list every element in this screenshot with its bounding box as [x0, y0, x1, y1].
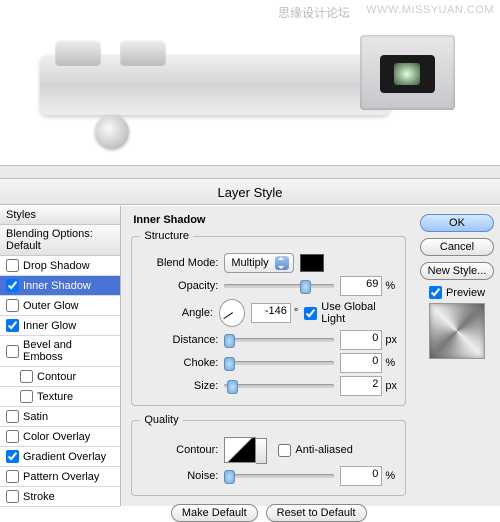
label-gradient-overlay: Gradient Overlay	[23, 451, 106, 463]
noise-unit: %	[385, 470, 395, 482]
noise-slider[interactable]	[224, 474, 334, 478]
structure-group: Structure Blend Mode: Multiply Opacity: …	[131, 230, 406, 406]
label-contour: Contour	[37, 371, 76, 383]
style-color-overlay[interactable]: Color Overlay	[0, 427, 120, 447]
blendmode-select[interactable]: Multiply	[224, 253, 293, 273]
angle-dial[interactable]	[219, 299, 245, 327]
chk-bevel[interactable]	[6, 345, 19, 358]
choke-label: Choke:	[140, 357, 218, 369]
noise-field[interactable]: 0	[340, 466, 382, 486]
distance-unit: px	[385, 334, 397, 346]
size-slider[interactable]	[224, 384, 334, 388]
preview-label: Preview	[446, 287, 485, 299]
style-pattern-overlay[interactable]: Pattern Overlay	[0, 467, 120, 487]
new-style-button[interactable]: New Style...	[420, 262, 494, 280]
label-color-overlay: Color Overlay	[23, 431, 90, 443]
antialiased-label: Anti-aliased	[295, 444, 352, 456]
reset-default-button[interactable]: Reset to Default	[266, 504, 367, 522]
opacity-field[interactable]: 69	[340, 276, 382, 296]
noise-label: Noise:	[140, 470, 218, 482]
dialog-title: Layer Style	[0, 179, 500, 205]
chevron-updown-icon	[275, 256, 289, 270]
structure-legend: Structure	[140, 230, 193, 242]
styles-list: Styles Blending Options: Default Drop Sh…	[0, 206, 121, 506]
label-satin: Satin	[23, 411, 48, 423]
blendmode-label: Blend Mode:	[140, 257, 218, 269]
angle-field[interactable]: -146	[251, 303, 291, 323]
styles-header: Styles	[0, 206, 120, 225]
make-default-button[interactable]: Make Default	[171, 504, 258, 522]
label-stroke: Stroke	[23, 491, 55, 503]
style-texture[interactable]: Texture	[0, 387, 120, 407]
style-bevel[interactable]: Bevel and Emboss	[0, 336, 120, 367]
distance-field[interactable]: 0	[340, 330, 382, 350]
choke-slider[interactable]	[224, 361, 334, 365]
label-bevel: Bevel and Emboss	[23, 339, 114, 363]
blendmode-value: Multiply	[231, 257, 268, 269]
angle-unit: °	[294, 307, 298, 319]
ok-button[interactable]: OK	[420, 214, 494, 232]
layer-style-panel: Styles Blending Options: Default Drop Sh…	[0, 205, 500, 506]
opacity-label: Opacity:	[140, 280, 218, 292]
chk-gradient-overlay[interactable]	[6, 450, 19, 463]
watermark-url: WWW.MISSYUAN.COM	[366, 4, 494, 16]
global-light-label: Use Global Light	[321, 301, 397, 325]
quality-group: Quality Contour: Anti-aliased Noise: 0 %	[131, 414, 406, 496]
label-inner-glow: Inner Glow	[23, 320, 76, 332]
label-drop-shadow: Drop Shadow	[23, 260, 90, 272]
style-inner-glow[interactable]: Inner Glow	[0, 316, 120, 336]
chk-inner-glow[interactable]	[6, 319, 19, 332]
choke-field[interactable]: 0	[340, 353, 382, 373]
style-contour[interactable]: Contour	[0, 367, 120, 387]
chk-outer-glow[interactable]	[6, 299, 19, 312]
chk-stroke[interactable]	[6, 490, 19, 503]
chk-drop-shadow[interactable]	[6, 259, 19, 272]
chk-color-overlay[interactable]	[6, 430, 19, 443]
label-inner-shadow: Inner Shadow	[23, 280, 91, 292]
cancel-button[interactable]: Cancel	[420, 238, 494, 256]
style-outer-glow[interactable]: Outer Glow	[0, 296, 120, 316]
style-inner-shadow[interactable]: Inner Shadow	[0, 276, 120, 296]
size-field[interactable]: 2	[340, 376, 382, 396]
label-outer-glow: Outer Glow	[23, 300, 79, 312]
chk-pattern-overlay[interactable]	[6, 470, 19, 483]
style-gradient-overlay[interactable]: Gradient Overlay	[0, 447, 120, 467]
chk-antialiased[interactable]	[278, 444, 291, 457]
size-unit: px	[385, 380, 397, 392]
chk-global-light[interactable]	[304, 307, 317, 320]
opacity-unit: %	[385, 280, 395, 292]
quality-legend: Quality	[140, 414, 182, 426]
contour-picker[interactable]	[224, 437, 256, 463]
angle-label: Angle:	[140, 307, 213, 319]
camera-illustration: 思缘设计论坛 WWW.MISSYUAN.COM	[0, 0, 500, 165]
blending-header[interactable]: Blending Options: Default	[0, 225, 120, 256]
style-satin[interactable]: Satin	[0, 407, 120, 427]
label-pattern-overlay: Pattern Overlay	[23, 471, 99, 483]
style-stroke[interactable]: Stroke	[0, 487, 120, 507]
contour-label: Contour:	[140, 444, 218, 456]
chk-texture[interactable]	[20, 390, 33, 403]
size-label: Size:	[140, 380, 218, 392]
style-drop-shadow[interactable]: Drop Shadow	[0, 256, 120, 276]
chk-contour[interactable]	[20, 370, 33, 383]
distance-label: Distance:	[140, 334, 218, 346]
shadow-color[interactable]	[300, 254, 324, 272]
chk-preview[interactable]	[429, 286, 442, 299]
divider	[0, 165, 500, 179]
label-texture: Texture	[37, 391, 73, 403]
section-title: Inner Shadow	[131, 212, 406, 230]
chk-satin[interactable]	[6, 410, 19, 423]
preview-swatch	[429, 303, 485, 359]
watermark-cn: 思缘设计论坛	[278, 4, 350, 21]
opacity-slider[interactable]	[224, 284, 334, 288]
chk-inner-shadow[interactable]	[6, 279, 19, 292]
choke-unit: %	[385, 357, 395, 369]
distance-slider[interactable]	[224, 338, 334, 342]
